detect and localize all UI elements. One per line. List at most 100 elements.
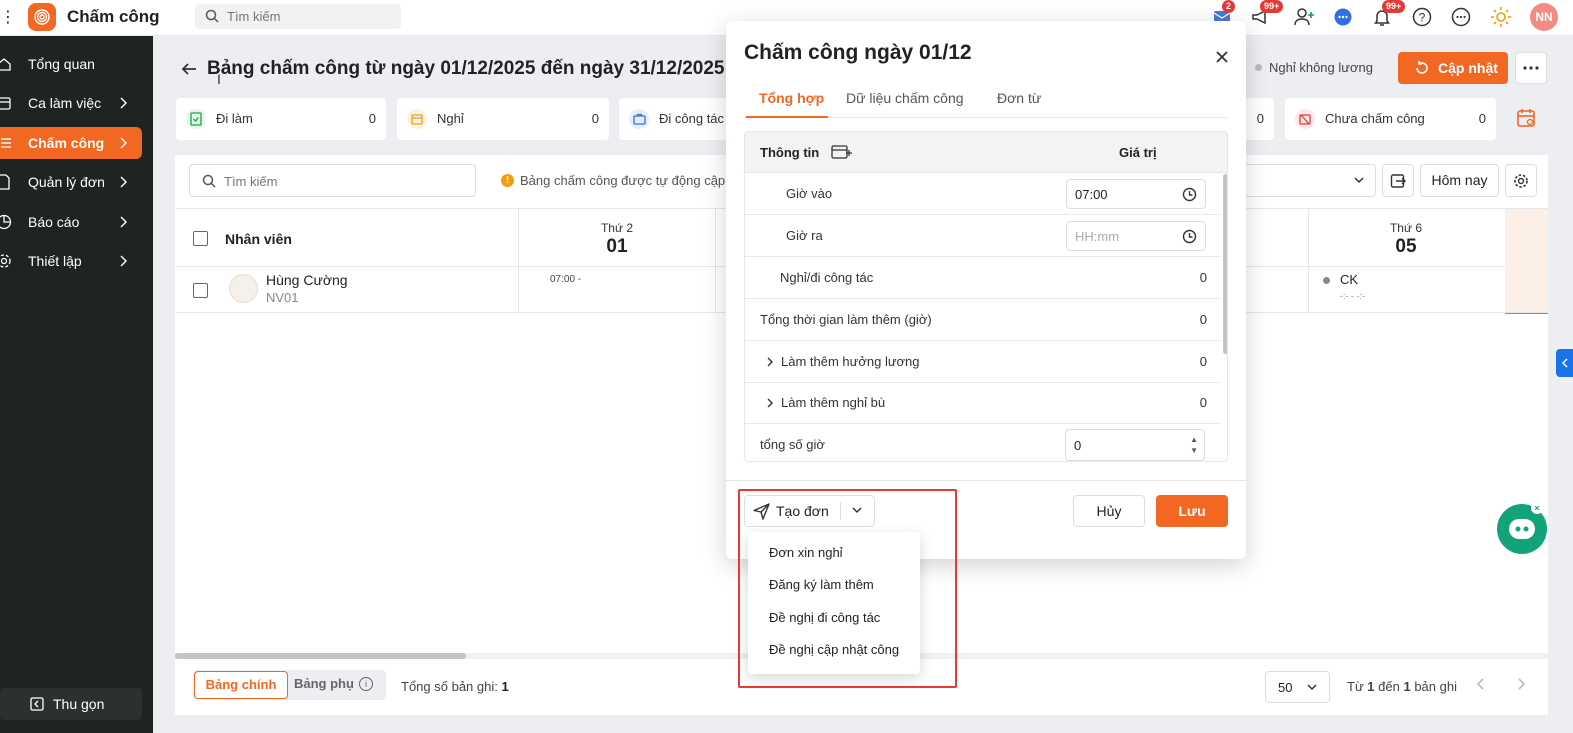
mail-badge: 2	[1222, 0, 1236, 13]
table-settings-button[interactable]	[1505, 164, 1537, 197]
row-checkbox[interactable]	[193, 283, 208, 298]
tab-attendance-data[interactable]: Dữ liệu chấm công	[846, 90, 964, 106]
check-out-time-placeholder: HH:mm	[1075, 229, 1120, 244]
next-page-icon[interactable]	[1515, 677, 1527, 691]
help-icon[interactable]: ?	[1410, 5, 1434, 29]
sidebar-item-shifts[interactable]: Ca làm việc	[0, 87, 142, 119]
tab-summary[interactable]: Tổng hợp	[759, 90, 824, 106]
sidebar-item-timekeeping[interactable]: Chấm công	[0, 127, 142, 159]
create-request-button[interactable]: Tạo đơn	[744, 495, 875, 527]
megaphone-icon[interactable]: 99+	[1248, 0, 1284, 29]
info-icon: !	[501, 174, 514, 187]
export-button[interactable]	[1382, 164, 1414, 197]
chevron-right-icon[interactable]	[766, 397, 774, 409]
employee-name[interactable]: Hùng Cường	[266, 272, 348, 288]
briefcase-icon	[629, 109, 649, 129]
more-circle-icon[interactable]	[1449, 5, 1473, 29]
apps-grid-icon[interactable]: ⋮	[0, 8, 16, 28]
bell-icon[interactable]: 99+	[1370, 0, 1406, 29]
day-header-01: Thứ 2 01	[577, 221, 657, 258]
chat-icon[interactable]	[1331, 5, 1355, 29]
menu-item-business-trip-request[interactable]: Đề nghị đi công tác	[769, 610, 880, 625]
today-button[interactable]: Hôm nay	[1420, 164, 1499, 197]
chevron-right-icon	[120, 97, 127, 109]
chatbot-button[interactable]: ×	[1497, 502, 1547, 554]
chevron-right-icon	[120, 255, 127, 267]
global-search-input[interactable]	[227, 7, 387, 25]
select-all-checkbox[interactable]	[193, 231, 208, 246]
row-label: Làm thêm nghỉ bù	[781, 395, 886, 410]
menu-item-attendance-update-request[interactable]: Đề nghị cập nhật công	[769, 642, 899, 657]
range-from-label: Từ	[1347, 679, 1364, 694]
info-icon[interactable]: i	[359, 677, 373, 691]
day01-time[interactable]: 07:00 -	[550, 274, 581, 285]
stat-card-hidden[interactable]: 0	[1244, 98, 1274, 140]
chevron-down-icon[interactable]	[851, 504, 863, 516]
check-in-time-input[interactable]: 07:00	[1066, 179, 1206, 209]
tab-main-table[interactable]: Bảng chính	[194, 671, 288, 699]
stat-card-leave[interactable]: Nghỉ 0	[397, 98, 609, 140]
range-from: 1	[1367, 679, 1375, 694]
close-icon[interactable]	[1215, 50, 1229, 64]
more-horizontal-icon	[1523, 66, 1539, 70]
row-label: Tổng thời gian làm thêm (giờ)	[760, 312, 932, 327]
row-label: Làm thêm hưởng lương	[781, 354, 920, 369]
save-button[interactable]: Lưu	[1156, 495, 1228, 527]
vertical-scrollbar[interactable]	[1223, 174, 1227, 354]
summary-table: Thông tin Giá trị Giờ vào 07:00 Giờ ra H…	[744, 131, 1228, 462]
chevron-right-icon[interactable]	[766, 356, 774, 368]
menu-item-overtime-request[interactable]: Đăng ký làm thêm	[769, 577, 874, 592]
app-logo[interactable]	[28, 3, 56, 31]
row-overtime-compensatory[interactable]: Làm thêm nghỉ bù 0	[745, 382, 1221, 424]
employee-search[interactable]	[189, 164, 476, 197]
calendar-picker-icon[interactable]	[1516, 108, 1536, 128]
text-cursor-icon: I	[217, 71, 221, 87]
page-size-value: 50	[1278, 680, 1293, 695]
stat-card-not-checked[interactable]: Chưa chấm công 0	[1285, 98, 1496, 140]
sidebar-item-requests[interactable]: Quản lý đơn	[0, 166, 142, 198]
sun-icon[interactable]	[1489, 5, 1513, 29]
user-avatar[interactable]: NN	[1530, 3, 1558, 31]
collapse-label: Thu gọn	[53, 696, 105, 712]
stat-label: Chưa chấm công	[1325, 111, 1425, 126]
menu-item-leave-request[interactable]: Đơn xin nghỉ	[769, 545, 843, 560]
sidebar-item-overview[interactable]: Tổng quan	[0, 48, 142, 80]
total-hours-input[interactable]: 0 ▲ ▼	[1065, 429, 1205, 461]
clock-icon[interactable]	[1182, 229, 1197, 244]
stat-card-working[interactable]: Đi làm 0	[176, 98, 386, 140]
clock-icon[interactable]	[1182, 187, 1197, 202]
export-icon	[1390, 173, 1406, 188]
employee-search-input[interactable]	[224, 172, 464, 190]
cancel-button[interactable]: Hủy	[1073, 495, 1145, 527]
tab-sub-table[interactable]: Bảng phụ	[294, 676, 354, 691]
sidebar-item-label: Chấm công	[28, 135, 105, 151]
previous-page-icon[interactable]	[1475, 677, 1487, 691]
svg-text:?: ?	[1419, 11, 1426, 25]
sidebar-item-settings[interactable]: Thiết lập	[0, 245, 142, 277]
scrollbar-thumb[interactable]	[175, 653, 466, 659]
range-suffix: bản ghi	[1414, 679, 1457, 694]
gear-icon	[1514, 173, 1528, 188]
page-size-select[interactable]: 50	[1265, 671, 1330, 703]
add-user-icon[interactable]	[1292, 5, 1316, 29]
stat-card-business-trip[interactable]: Đi công tác	[619, 98, 729, 140]
day05-status[interactable]: CK	[1340, 272, 1358, 287]
back-arrow-icon[interactable]	[180, 60, 198, 78]
spinner-icon[interactable]: ▲ ▼	[1190, 434, 1198, 456]
row-check-in: Giờ vào 07:00	[745, 173, 1221, 215]
column-header-employee: Nhân viên	[225, 231, 292, 247]
update-button[interactable]: Cập nhật	[1398, 52, 1508, 84]
tab-requests[interactable]: Đơn từ	[997, 90, 1041, 106]
chevron-down-icon	[1354, 177, 1364, 184]
check-out-time-input[interactable]: HH:mm	[1066, 221, 1206, 251]
column-config-icon[interactable]	[831, 144, 853, 160]
global-search[interactable]	[195, 4, 401, 29]
side-panel-toggle[interactable]	[1556, 349, 1573, 377]
bell-badge: 99+	[1382, 0, 1406, 13]
auto-update-notice: Bảng chấm công được tự động cập	[520, 173, 726, 188]
collapse-sidebar-button[interactable]: Thu gọn	[0, 688, 142, 720]
row-overtime-paid[interactable]: Làm thêm hưởng lương 0	[745, 341, 1221, 383]
more-options-button[interactable]	[1515, 52, 1547, 84]
close-icon[interactable]: ×	[1531, 502, 1543, 514]
sidebar-item-reports[interactable]: Báo cáo	[0, 206, 142, 238]
